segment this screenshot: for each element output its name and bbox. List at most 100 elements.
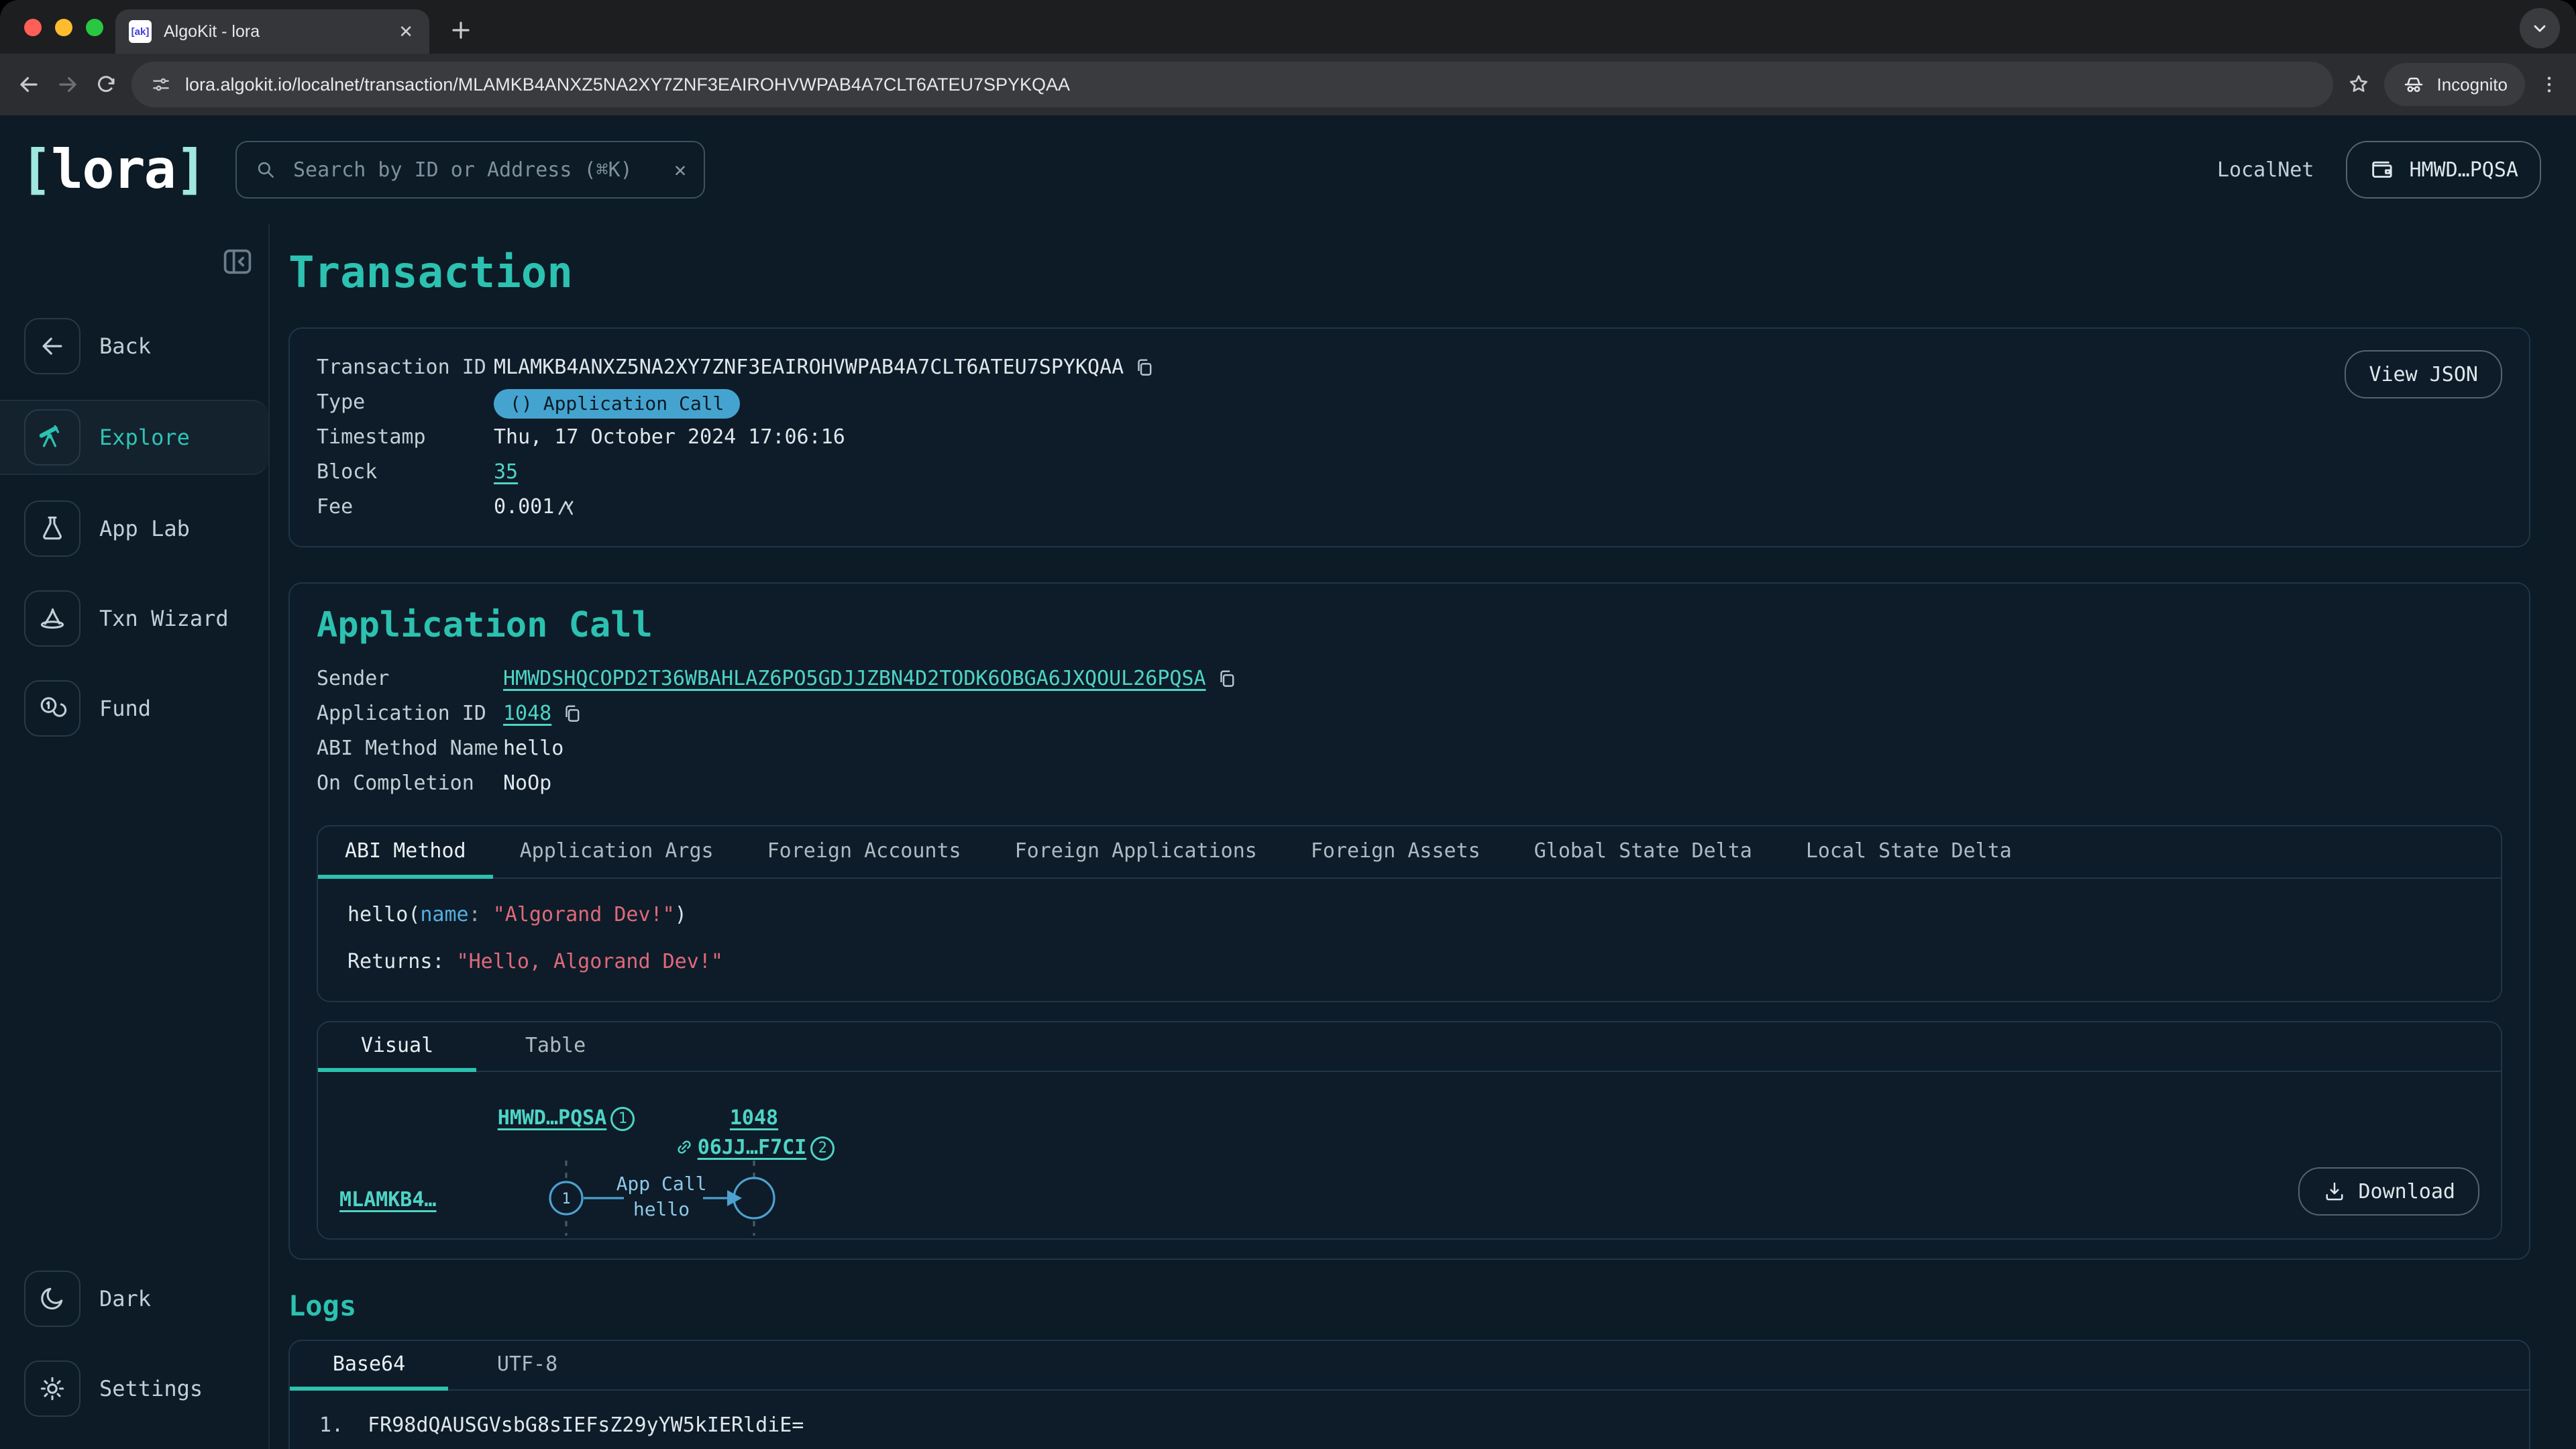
link-icon — [674, 1136, 695, 1158]
tab-local-state-delta[interactable]: Local State Delta — [1779, 826, 2039, 877]
application-call-title: Application Call — [317, 605, 2502, 645]
new-tab-button[interactable] — [448, 17, 474, 43]
forward-nav-icon[interactable] — [55, 72, 80, 97]
sidebar-item-fund[interactable]: Fund — [0, 672, 268, 745]
copy-icon[interactable] — [1216, 667, 1238, 690]
logs-title: Logs — [288, 1289, 2530, 1322]
fee-row: Fee 0.001 — [317, 490, 2502, 525]
window-controls[interactable] — [24, 19, 103, 36]
application-id-link[interactable]: 1048 — [503, 696, 551, 731]
search-input[interactable] — [290, 157, 661, 183]
sidebar-item-settings[interactable]: Settings — [0, 1352, 268, 1425]
graph-txn-link[interactable]: MLAMKB4… — [339, 1188, 437, 1212]
abi-param-name: name — [420, 903, 468, 926]
sidebar-item-label: Back — [99, 333, 151, 359]
download-icon — [2322, 1179, 2347, 1203]
wallet-icon — [2369, 156, 2396, 183]
graph-edge-label: App Call hello — [608, 1171, 715, 1222]
wizard-hat-icon — [24, 590, 80, 647]
flask-icon — [24, 500, 80, 557]
view-json-button[interactable]: View JSON — [2345, 350, 2502, 398]
log-value: FR98dQAUSGVsbG8sIEFsZ29yYW5kIERldiE= — [368, 1411, 804, 1440]
app-header: [lora] ✕ LocalNet HMWD…PQSA — [0, 115, 2576, 224]
browser-toolbar: lora.algokit.io/localnet/transaction/MLA… — [0, 54, 2576, 115]
sidebar-item-label: Dark — [99, 1286, 151, 1311]
tab-base64[interactable]: Base64 — [290, 1341, 448, 1389]
sidebar: Back Explore App Lab — [0, 224, 270, 1449]
field-label: Type — [317, 385, 494, 420]
timestamp-row: Timestamp Thu, 17 October 2024 17:06:16 — [317, 420, 2502, 455]
parens-icon: () — [510, 386, 533, 421]
sidebar-item-label: Fund — [99, 696, 151, 721]
abi-returns-line: Returns: "Hello, Algorand Dev!" — [347, 947, 2471, 977]
sidebar-item-theme-dark[interactable]: Dark — [0, 1263, 268, 1335]
sidebar-item-back[interactable]: Back — [0, 310, 268, 382]
wallet-address-label: HMWD…PQSA — [2409, 158, 2518, 182]
abi-tab-row: ABI Method Application Args Foreign Acco… — [318, 826, 2501, 879]
tab-close-icon[interactable]: ✕ — [396, 20, 416, 43]
returns-label: Returns: — [347, 950, 457, 973]
sidebar-item-explore[interactable]: Explore — [0, 400, 268, 475]
graph-group-badge: 2 — [810, 1136, 835, 1161]
type-badge-label: Application Call — [543, 386, 724, 421]
site-settings-icon[interactable] — [150, 74, 172, 95]
field-label: Timestamp — [317, 420, 494, 455]
close-window-button[interactable] — [24, 19, 42, 36]
browser-tab[interactable]: [ak] AlgoKit - lora ✕ — [115, 9, 429, 54]
incognito-label: Incognito — [2436, 74, 2508, 95]
minimize-window-button[interactable] — [55, 19, 72, 36]
browser-menu-icon[interactable] — [2538, 74, 2560, 95]
tab-foreign-accounts[interactable]: Foreign Accounts — [741, 826, 988, 877]
timestamp-value: Thu, 17 October 2024 17:06:16 — [494, 420, 845, 455]
back-nav-icon[interactable] — [16, 72, 42, 97]
graph-group-link[interactable]: 06JJ…F7CI — [698, 1136, 807, 1159]
tab-application-args[interactable]: Application Args — [493, 826, 741, 877]
sender-link[interactable]: HMWDSHQCOPD2T36WBAHLAZ6PO5GDJJZBN4D2TODK… — [503, 661, 1206, 696]
sidebar-item-label: Txn Wizard — [99, 606, 229, 631]
reload-icon[interactable] — [94, 72, 118, 97]
wallet-button[interactable]: HMWD…PQSA — [2346, 141, 2541, 199]
tab-foreign-applications[interactable]: Foreign Applications — [988, 826, 1284, 877]
abi-method: hello — [347, 903, 408, 926]
sidebar-collapse-icon[interactable] — [220, 244, 255, 279]
lora-logo[interactable]: [lora] — [20, 143, 206, 197]
network-label[interactable]: LocalNet — [2217, 158, 2314, 182]
sidebar-item-app-lab[interactable]: App Lab — [0, 492, 268, 565]
bookmark-star-icon[interactable] — [2347, 72, 2371, 97]
abi-method-content: hello(name: "Algorand Dev!") Returns: "H… — [318, 879, 2501, 1001]
sidebar-item-label: Explore — [99, 425, 190, 450]
tab-search-chevron-icon[interactable] — [2520, 8, 2560, 48]
graph-app-link[interactable]: 1048 — [730, 1106, 778, 1130]
on-completion-row: On Completion NoOp — [317, 766, 2502, 801]
sidebar-item-txn-wizard[interactable]: Txn Wizard — [0, 582, 268, 655]
tab-utf8[interactable]: UTF-8 — [448, 1341, 606, 1389]
transaction-id-value: MLAMKB4ANXZ5NA2XY7ZNF3EAIROHVWPAB4A7CLT6… — [494, 350, 1124, 385]
copy-icon[interactable] — [1133, 356, 1156, 379]
maximize-window-button[interactable] — [86, 19, 103, 36]
visual-panel: Visual Table — [317, 1021, 2502, 1240]
tab-foreign-assets[interactable]: Foreign Assets — [1284, 826, 1507, 877]
field-label: Block — [317, 455, 494, 490]
edge-method-label: hello — [608, 1197, 715, 1222]
search-clear-icon[interactable]: ✕ — [674, 158, 686, 182]
download-button[interactable]: Download — [2298, 1167, 2480, 1216]
gear-icon — [24, 1360, 80, 1417]
incognito-icon — [2402, 72, 2426, 97]
block-link[interactable]: 35 — [494, 455, 518, 490]
block-row: Block 35 — [317, 455, 2502, 490]
log-entry: 1. FR98dQAUSGVsbG8sIEFsZ29yYW5kIERldiE= — [290, 1391, 2529, 1449]
address-bar[interactable]: lora.algokit.io/localnet/transaction/MLA… — [131, 62, 2333, 107]
tab-title: AlgoKit - lora — [164, 22, 384, 42]
graph-sender-link[interactable]: HMWD…PQSA — [498, 1106, 607, 1130]
search-box[interactable]: ✕ — [235, 141, 705, 199]
tab-global-state-delta[interactable]: Global State Delta — [1507, 826, 1779, 877]
abi-param-value: "Algorand Dev!" — [493, 903, 675, 926]
tab-abi-method[interactable]: ABI Method — [318, 826, 493, 877]
favicon-icon: [ak] — [129, 20, 152, 43]
url-text: lora.algokit.io/localnet/transaction/MLA… — [185, 74, 1070, 95]
copy-icon[interactable] — [561, 702, 584, 725]
field-label: Transaction ID — [317, 350, 494, 385]
graph-app-group: 06JJ…F7CI2 — [620, 1134, 888, 1161]
browser-chrome: [ak] AlgoKit - lora ✕ lora.algo — [0, 0, 2576, 115]
field-label: ABI Method Name — [317, 731, 503, 766]
